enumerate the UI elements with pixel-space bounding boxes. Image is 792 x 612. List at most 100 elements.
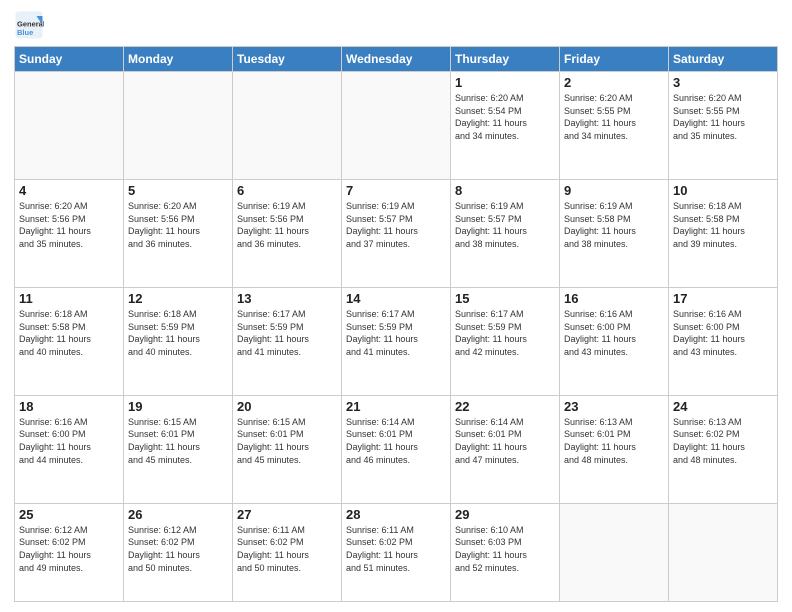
calendar-cell: 13 Sunrise: 6:17 AM Sunset: 5:59 PM Dayli… — [233, 287, 342, 395]
day-info: Sunrise: 6:13 AM Sunset: 6:01 PM Dayligh… — [564, 416, 664, 466]
day-number: 8 — [455, 183, 555, 198]
day-number: 11 — [19, 291, 119, 306]
day-info: Sunrise: 6:14 AM Sunset: 6:01 PM Dayligh… — [346, 416, 446, 466]
day-info: Sunrise: 6:11 AM Sunset: 6:02 PM Dayligh… — [237, 524, 337, 574]
calendar-week-4: 18 Sunrise: 6:16 AM Sunset: 6:00 PM Dayli… — [15, 395, 778, 503]
calendar-cell: 4Sunrise: 6:20 AM Sunset: 5:56 PM Daylig… — [15, 179, 124, 287]
calendar-cell: 18 Sunrise: 6:16 AM Sunset: 6:00 PM Dayli… — [15, 395, 124, 503]
day-number: 10 — [673, 183, 773, 198]
calendar-cell: 2 Sunrise: 6:20 AM Sunset: 5:55 PM Daylig… — [560, 72, 669, 180]
day-info: Sunrise: 6:16 AM Sunset: 6:00 PM Dayligh… — [673, 308, 773, 358]
calendar-cell — [233, 72, 342, 180]
calendar-week-2: 4Sunrise: 6:20 AM Sunset: 5:56 PM Daylig… — [15, 179, 778, 287]
calendar-header-friday: Friday — [560, 47, 669, 72]
day-info: Sunrise: 6:20 AM Sunset: 5:56 PM Dayligh… — [128, 200, 228, 250]
day-number: 24 — [673, 399, 773, 414]
page: General Blue SundayMondayTuesdayWednesda… — [0, 0, 792, 612]
day-info: Sunrise: 6:17 AM Sunset: 5:59 PM Dayligh… — [346, 308, 446, 358]
calendar-cell: 9Sunrise: 6:19 AM Sunset: 5:58 PM Daylig… — [560, 179, 669, 287]
calendar-cell: 8 Sunrise: 6:19 AM Sunset: 5:57 PM Daylig… — [451, 179, 560, 287]
calendar-cell — [560, 503, 669, 601]
calendar-cell — [124, 72, 233, 180]
day-info: Sunrise: 6:16 AM Sunset: 6:00 PM Dayligh… — [19, 416, 119, 466]
day-number: 2 — [564, 75, 664, 90]
day-number: 7 — [346, 183, 446, 198]
calendar-cell: 11 Sunrise: 6:18 AM Sunset: 5:58 PM Dayli… — [15, 287, 124, 395]
day-info: Sunrise: 6:18 AM Sunset: 5:59 PM Dayligh… — [128, 308, 228, 358]
logo: General Blue — [14, 10, 48, 40]
day-number: 17 — [673, 291, 773, 306]
day-number: 19 — [128, 399, 228, 414]
calendar: SundayMondayTuesdayWednesdayThursdayFrid… — [14, 46, 778, 602]
day-number: 18 — [19, 399, 119, 414]
calendar-cell: 15 Sunrise: 6:17 AM Sunset: 5:59 PM Dayli… — [451, 287, 560, 395]
day-number: 29 — [455, 507, 555, 522]
calendar-cell: 19 Sunrise: 6:15 AM Sunset: 6:01 PM Dayli… — [124, 395, 233, 503]
calendar-cell: 27 Sunrise: 6:11 AM Sunset: 6:02 PM Dayli… — [233, 503, 342, 601]
day-info: Sunrise: 6:18 AM Sunset: 5:58 PM Dayligh… — [19, 308, 119, 358]
day-info: Sunrise: 6:19 AM Sunset: 5:57 PM Dayligh… — [455, 200, 555, 250]
calendar-header-tuesday: Tuesday — [233, 47, 342, 72]
calendar-cell: 17 Sunrise: 6:16 AM Sunset: 6:00 PM Dayli… — [669, 287, 778, 395]
day-info: Sunrise: 6:11 AM Sunset: 6:02 PM Dayligh… — [346, 524, 446, 574]
calendar-header-thursday: Thursday — [451, 47, 560, 72]
day-info: Sunrise: 6:15 AM Sunset: 6:01 PM Dayligh… — [128, 416, 228, 466]
day-number: 21 — [346, 399, 446, 414]
calendar-cell: 3Sunrise: 6:20 AM Sunset: 5:55 PM Daylig… — [669, 72, 778, 180]
calendar-cell: 20 Sunrise: 6:15 AM Sunset: 6:01 PM Dayli… — [233, 395, 342, 503]
day-info: Sunrise: 6:20 AM Sunset: 5:54 PM Dayligh… — [455, 92, 555, 142]
calendar-cell: 10 Sunrise: 6:18 AM Sunset: 5:58 PM Dayli… — [669, 179, 778, 287]
calendar-header-row: SundayMondayTuesdayWednesdayThursdayFrid… — [15, 47, 778, 72]
day-info: Sunrise: 6:15 AM Sunset: 6:01 PM Dayligh… — [237, 416, 337, 466]
calendar-cell: 21 Sunrise: 6:14 AM Sunset: 6:01 PM Dayli… — [342, 395, 451, 503]
calendar-cell: 24Sunrise: 6:13 AM Sunset: 6:02 PM Dayli… — [669, 395, 778, 503]
day-info: Sunrise: 6:16 AM Sunset: 6:00 PM Dayligh… — [564, 308, 664, 358]
day-info: Sunrise: 6:17 AM Sunset: 5:59 PM Dayligh… — [237, 308, 337, 358]
day-number: 1 — [455, 75, 555, 90]
day-number: 15 — [455, 291, 555, 306]
day-number: 6 — [237, 183, 337, 198]
calendar-header-sunday: Sunday — [15, 47, 124, 72]
day-info: Sunrise: 6:12 AM Sunset: 6:02 PM Dayligh… — [128, 524, 228, 574]
day-info: Sunrise: 6:20 AM Sunset: 5:56 PM Dayligh… — [19, 200, 119, 250]
calendar-cell: 29 Sunrise: 6:10 AM Sunset: 6:03 PM Dayli… — [451, 503, 560, 601]
calendar-cell: 16 Sunrise: 6:16 AM Sunset: 6:00 PM Dayli… — [560, 287, 669, 395]
calendar-cell: 25Sunrise: 6:12 AM Sunset: 6:02 PM Dayli… — [15, 503, 124, 601]
day-info: Sunrise: 6:14 AM Sunset: 6:01 PM Dayligh… — [455, 416, 555, 466]
day-info: Sunrise: 6:20 AM Sunset: 5:55 PM Dayligh… — [564, 92, 664, 142]
calendar-cell: 28Sunrise: 6:11 AM Sunset: 6:02 PM Dayli… — [342, 503, 451, 601]
day-info: Sunrise: 6:18 AM Sunset: 5:58 PM Dayligh… — [673, 200, 773, 250]
calendar-cell: 26Sunrise: 6:12 AM Sunset: 6:02 PM Dayli… — [124, 503, 233, 601]
day-number: 13 — [237, 291, 337, 306]
calendar-cell: 23 Sunrise: 6:13 AM Sunset: 6:01 PM Dayli… — [560, 395, 669, 503]
day-number: 20 — [237, 399, 337, 414]
calendar-cell: 14Sunrise: 6:17 AM Sunset: 5:59 PM Dayli… — [342, 287, 451, 395]
calendar-week-3: 11 Sunrise: 6:18 AM Sunset: 5:58 PM Dayli… — [15, 287, 778, 395]
day-number: 12 — [128, 291, 228, 306]
day-number: 22 — [455, 399, 555, 414]
day-number: 16 — [564, 291, 664, 306]
calendar-week-5: 25 Sunrise: 6:12 AM Sunset: 6:02 PM Dayli… — [15, 503, 778, 601]
day-number: 27 — [237, 507, 337, 522]
day-number: 23 — [564, 399, 664, 414]
calendar-cell: 22 Sunrise: 6:14 AM Sunset: 6:01 PM Dayli… — [451, 395, 560, 503]
general-blue-icon: General Blue — [14, 10, 44, 40]
calendar-week-1: 1 Sunrise: 6:20 AM Sunset: 5:54 PM Daylig… — [15, 72, 778, 180]
day-info: Sunrise: 6:19 AM Sunset: 5:57 PM Dayligh… — [346, 200, 446, 250]
calendar-cell: 5 Sunrise: 6:20 AM Sunset: 5:56 PM Daylig… — [124, 179, 233, 287]
svg-text:Blue: Blue — [17, 28, 33, 37]
day-info: Sunrise: 6:10 AM Sunset: 6:03 PM Dayligh… — [455, 524, 555, 574]
day-info: Sunrise: 6:19 AM Sunset: 5:56 PM Dayligh… — [237, 200, 337, 250]
calendar-cell: 7 Sunrise: 6:19 AM Sunset: 5:57 PM Daylig… — [342, 179, 451, 287]
day-info: Sunrise: 6:20 AM Sunset: 5:55 PM Dayligh… — [673, 92, 773, 142]
calendar-cell: 12 Sunrise: 6:18 AM Sunset: 5:59 PM Dayli… — [124, 287, 233, 395]
calendar-header-saturday: Saturday — [669, 47, 778, 72]
day-number: 5 — [128, 183, 228, 198]
day-number: 25 — [19, 507, 119, 522]
header: General Blue — [14, 10, 778, 40]
day-info: Sunrise: 6:17 AM Sunset: 5:59 PM Dayligh… — [455, 308, 555, 358]
calendar-header-monday: Monday — [124, 47, 233, 72]
calendar-cell — [342, 72, 451, 180]
calendar-header-wednesday: Wednesday — [342, 47, 451, 72]
calendar-cell — [15, 72, 124, 180]
